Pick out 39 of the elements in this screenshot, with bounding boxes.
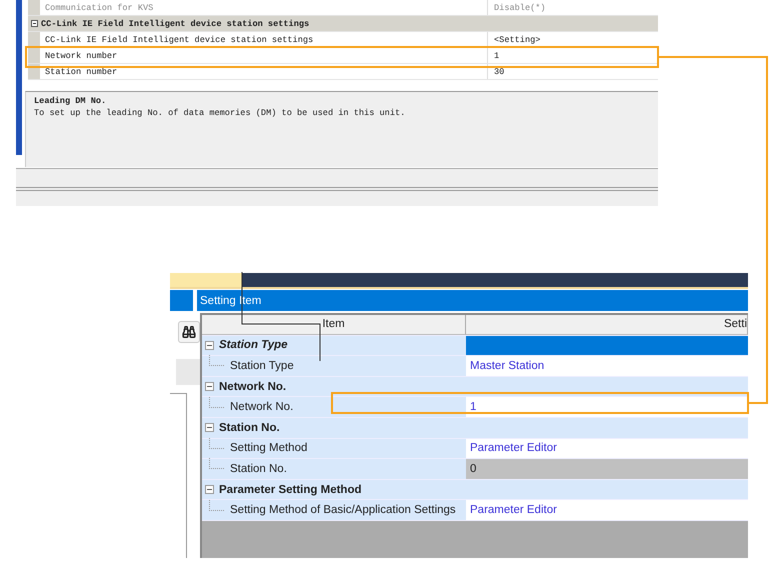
item-label: Network No. <box>229 401 294 414</box>
item-label: Setting Method of Basic/Application Settings <box>229 504 456 516</box>
group-title: Network No. <box>218 380 286 393</box>
group-title: Station Type <box>218 339 288 352</box>
setting-label: CC-Link IE Field Intelligent device station settings <box>44 34 314 44</box>
description-text: To set up the leading No. of data memories (DM) to be used in this unit. <box>34 108 406 118</box>
group-row[interactable]: Station Type <box>202 336 466 356</box>
group-row[interactable]: Station No. <box>202 418 466 438</box>
collapse-icon[interactable] <box>31 20 38 27</box>
setting-label: Network number <box>44 50 118 60</box>
value-cell[interactable]: 1 <box>466 397 748 417</box>
value-cell[interactable]: Master Station <box>466 356 748 376</box>
setting-value[interactable]: 30 <box>487 64 658 79</box>
setting-label: Station number <box>44 66 118 76</box>
group-row[interactable]: Parameter Setting Method <box>202 480 466 500</box>
setting-value[interactable]: 1 <box>487 48 658 63</box>
toolbar-area <box>176 359 200 385</box>
collapse-icon[interactable] <box>205 382 214 392</box>
description-title: Leading DM No. <box>34 96 108 106</box>
item-label: Station Type <box>229 360 294 372</box>
row-gutter <box>28 48 40 63</box>
collapse-icon[interactable] <box>205 485 214 494</box>
group-title: Station No. <box>218 422 280 434</box>
find-button[interactable] <box>178 321 200 343</box>
binoculars-icon <box>182 325 196 339</box>
collapse-icon[interactable] <box>205 423 214 432</box>
column-header: Setti <box>466 315 748 335</box>
group-title: CC-Link IE Field Intelligent device station settings <box>40 18 310 28</box>
item-label: Setting Method <box>229 442 308 454</box>
setting-value[interactable]: <Setting> <box>487 32 658 47</box>
pane-header <box>170 290 193 311</box>
value-cell[interactable]: Parameter Editor <box>466 500 748 520</box>
value-cell[interactable]: Parameter Editor <box>466 438 748 458</box>
setting-label: Communication for KVS <box>44 2 154 12</box>
group-row[interactable]: Network No. <box>202 376 466 396</box>
item-label: Station No. <box>229 462 287 475</box>
group-title: Parameter Setting Method <box>218 484 362 496</box>
column-header: Item <box>202 315 466 335</box>
collapse-icon[interactable] <box>205 340 214 350</box>
